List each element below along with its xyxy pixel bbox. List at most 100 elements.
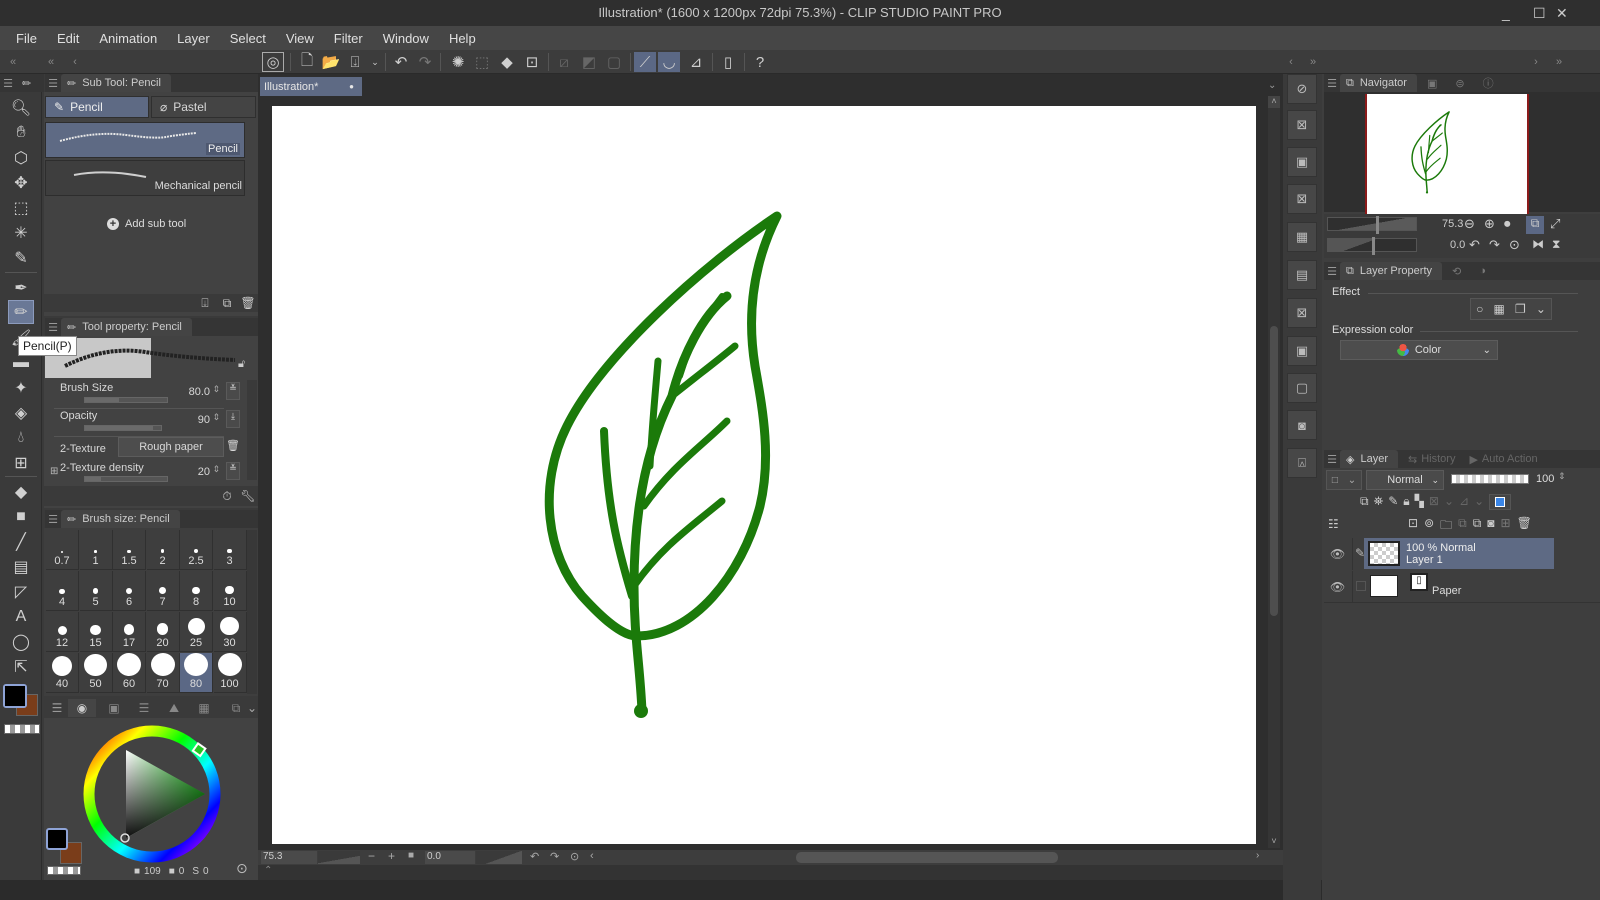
rotate-right-icon[interactable]: ↷ xyxy=(550,850,559,863)
ruler-icon[interactable]: ⊿ xyxy=(1459,494,1469,512)
zoom-tool-icon[interactable]: 🔍︎ xyxy=(8,96,34,120)
material-folder-icon[interactable]: ⊠ xyxy=(1287,184,1317,214)
sub-view-tab[interactable]: ▣ xyxy=(1427,77,1437,90)
expand-right-icon[interactable]: » xyxy=(1548,52,1570,72)
mesh-transform-tool-icon[interactable]: ⊞ xyxy=(8,451,34,475)
frame-border-tool-icon[interactable]: ▤ xyxy=(8,555,34,579)
navigator-rotation-slider[interactable] xyxy=(1327,237,1417,255)
collapse-icon[interactable]: « xyxy=(40,52,62,72)
hand-tool-icon[interactable]: ✋︎ xyxy=(8,121,34,145)
snap-ruler-icon[interactable]: ⟋ xyxy=(634,52,656,72)
layer-row-paper[interactable]: 👁︎ ▯ Paper xyxy=(1324,571,1600,603)
delete-sub-tool-icon[interactable]: 🗑︎ xyxy=(239,294,257,312)
layer-row-layer-1[interactable]: 👁︎ ✎ 100 % Normal Layer 1 xyxy=(1324,538,1600,570)
draft-layer-icon[interactable]: ✎ xyxy=(1388,494,1398,512)
eye-icon[interactable]: 👁︎ xyxy=(1330,580,1345,594)
brush-size-option[interactable]: 30 xyxy=(213,612,247,652)
new-raster-layer-icon[interactable]: ⊡ xyxy=(1408,516,1418,534)
fit-window-icon[interactable]: ⧉ xyxy=(1526,216,1544,234)
apply-mask-icon[interactable]: ⊞ xyxy=(1501,516,1511,534)
delete-texture-icon[interactable]: 🗑︎ xyxy=(226,439,240,452)
correct-line-tool-icon[interactable]: ⇱ xyxy=(8,655,34,679)
menu-view[interactable]: View xyxy=(278,31,322,46)
save-dropdown-icon[interactable]: ⌄ xyxy=(364,52,386,72)
transform-icon[interactable]: ⊡ xyxy=(521,52,543,72)
vertical-scroll-thumb[interactable] xyxy=(1270,326,1278,616)
scroll-right-icon[interactable]: › xyxy=(1256,850,1259,861)
brush-size-option[interactable]: 70 xyxy=(146,653,180,693)
panel-menu-icon[interactable]: ☰ xyxy=(0,77,16,90)
decoration-tool-icon[interactable]: ✦ xyxy=(8,376,34,400)
snap-grid-icon[interactable]: ⊿ xyxy=(685,52,707,72)
vertical-scrollbar[interactable]: ˄ ˅ xyxy=(1268,96,1280,848)
minimize-button[interactable]: _ xyxy=(1502,0,1510,26)
move-tool-icon[interactable]: ✥ xyxy=(8,171,34,195)
material-folder-icon[interactable]: ▢ xyxy=(1287,373,1317,403)
clip-below-icon[interactable]: ⧉ xyxy=(1360,494,1369,512)
panel-menu-icon[interactable]: ☰ xyxy=(45,321,61,334)
panel-menu-icon[interactable]: ☰ xyxy=(45,77,61,90)
brush-size-option[interactable]: 2.5 xyxy=(180,530,213,570)
color-slider-tab[interactable]: ☰ xyxy=(130,699,158,717)
history-tab[interactable]: ⇆ History xyxy=(1408,453,1455,466)
download-icon[interactable]: ⤓ xyxy=(226,410,240,428)
document-tab[interactable]: Illustration* ● xyxy=(260,77,362,96)
material-folder-icon[interactable]: ⊠ xyxy=(1287,298,1317,328)
menu-edit[interactable]: Edit xyxy=(49,31,87,46)
menu-file[interactable]: File xyxy=(8,31,45,46)
eraser-tool-icon[interactable]: ◈ xyxy=(8,401,34,425)
text-tool-icon[interactable]: A xyxy=(8,605,34,629)
stepper-icon[interactable]: ⇕ xyxy=(212,412,220,423)
transparent-color-swatch[interactable] xyxy=(4,724,40,734)
expand-icon[interactable]: » xyxy=(1302,52,1324,72)
pen-tool-icon[interactable]: ✒ xyxy=(8,276,34,300)
transparent-color-swatch[interactable] xyxy=(47,866,81,875)
rotate-right-icon[interactable]: ↷ xyxy=(1489,237,1500,253)
fit-icon[interactable]: ■ xyxy=(408,850,414,861)
brush-size-option[interactable]: 6 xyxy=(113,571,146,611)
expand-icon[interactable]: ⊞ xyxy=(50,466,58,477)
lock-transparency-icon[interactable]: ▚ xyxy=(1415,494,1424,512)
layer-select-checkbox[interactable] xyxy=(1356,581,1366,591)
color-wheel-tab[interactable]: ◉ xyxy=(68,699,96,717)
selection-icon[interactable]: ⬚ xyxy=(471,52,493,72)
operation-tool-icon[interactable]: ⬡ xyxy=(8,146,34,170)
tone-effect-icon[interactable]: ▦ xyxy=(1493,302,1504,316)
material-folder-icon[interactable]: ⍓ xyxy=(1287,448,1317,478)
chevron-down-icon[interactable]: ⌄ xyxy=(246,699,258,717)
brush-size-option[interactable]: 8 xyxy=(180,571,213,611)
brush-size-option[interactable]: 60 xyxy=(113,653,146,693)
panel-menu-icon[interactable]: ☰ xyxy=(1324,453,1340,466)
add-sub-tool-button[interactable]: + Add sub tool xyxy=(107,218,186,230)
rotation-input[interactable]: 0.0 xyxy=(425,851,475,864)
balloon-tool-icon[interactable]: ◯ xyxy=(8,630,34,654)
combine-down-icon[interactable]: ⧉ xyxy=(1473,516,1482,534)
brush-size-option[interactable]: 7 xyxy=(146,571,180,611)
lock-layer-icon[interactable]: 🔒︎ xyxy=(1403,494,1409,512)
brush-size-option[interactable]: 10 xyxy=(213,571,247,611)
gradient-tool-icon[interactable]: ■ xyxy=(8,505,34,529)
layer-property-tab[interactable]: ⧉ Layer Property xyxy=(1340,262,1443,280)
close-button[interactable]: ✕ xyxy=(1556,0,1568,26)
fill-tool-icon[interactable]: ◆ xyxy=(8,480,34,504)
delete-layer-icon[interactable]: 🗑︎ xyxy=(1517,516,1532,534)
collapse-left-icon[interactable]: « xyxy=(2,52,24,72)
stepper-icon[interactable]: ⇕ xyxy=(212,464,220,475)
layer-color-icon[interactable] xyxy=(1489,494,1512,510)
save-icon[interactable]: ⍗ xyxy=(344,52,366,72)
chevron-down-icon[interactable]: ⌄ xyxy=(1536,302,1546,316)
material-folder-icon[interactable]: ▣ xyxy=(1287,336,1317,366)
snap-special-ruler-icon[interactable]: ◡ xyxy=(658,52,680,72)
frame-icon[interactable]: ▢ xyxy=(603,52,625,72)
texture-density-value[interactable]: 20 xyxy=(198,466,210,478)
brush-size-option[interactable]: 3 xyxy=(213,530,247,570)
copy-sub-tool-icon[interactable]: ⍗ xyxy=(196,294,214,312)
pressure-icon[interactable]: ≚ xyxy=(226,462,240,480)
menu-select[interactable]: Select xyxy=(222,31,274,46)
pencil-tool-icon[interactable]: ✏ xyxy=(8,300,34,324)
stepper-icon[interactable]: ⇕ xyxy=(1558,471,1566,482)
brush-size-option[interactable]: 4 xyxy=(46,571,79,611)
color-picker-handle[interactable] xyxy=(120,833,130,843)
open-file-icon[interactable]: 📂 xyxy=(320,52,342,72)
stepper-icon[interactable]: ⇕ xyxy=(212,384,220,395)
